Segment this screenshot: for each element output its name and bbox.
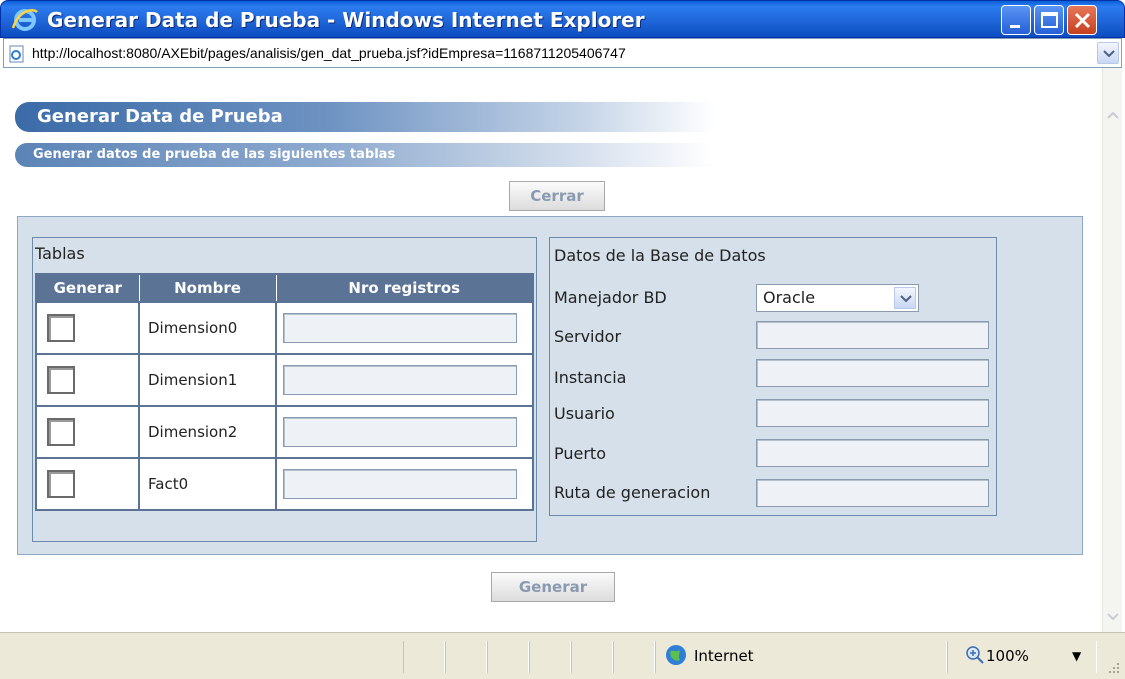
table-name-cell: Dimension1 bbox=[138, 353, 277, 407]
table-row: Fact0 bbox=[35, 457, 534, 511]
manejador-select[interactable]: Oracle bbox=[756, 284, 919, 312]
generar-checkbox[interactable] bbox=[47, 366, 75, 394]
address-dropdown-button[interactable] bbox=[1097, 42, 1119, 64]
puerto-input[interactable] bbox=[756, 439, 989, 467]
generar-checkbox[interactable] bbox=[47, 418, 75, 446]
window-title: Generar Data de Prueba - Windows Interne… bbox=[47, 8, 645, 32]
url-text[interactable]: http://localhost:8080/AXEbit/pages/anali… bbox=[32, 45, 626, 61]
globe-icon bbox=[666, 645, 686, 665]
vertical-scrollbar[interactable] bbox=[1102, 68, 1122, 632]
minimize-button[interactable] bbox=[1001, 5, 1031, 35]
status-bar: Internet 100% ▼ bbox=[0, 632, 1125, 679]
zoom-level[interactable]: 100% bbox=[986, 647, 1029, 665]
ruta-generacion-label: Ruta de generacion bbox=[554, 483, 711, 502]
ruta-generacion-input[interactable] bbox=[756, 479, 989, 507]
chevron-down-icon bbox=[1103, 50, 1115, 58]
base-de-datos-fieldset: Datos de la Base de Datos Manejador BD O… bbox=[549, 237, 997, 516]
tablas-legend: Tablas bbox=[35, 244, 85, 263]
page-header: Generar Data de Prueba bbox=[15, 102, 715, 132]
generar-button[interactable]: Generar bbox=[491, 572, 615, 602]
table-name-cell: Fact0 bbox=[138, 457, 277, 511]
column-header-generar: Generar bbox=[35, 273, 140, 303]
resize-grip-icon[interactable] bbox=[1107, 661, 1121, 675]
maximize-button[interactable] bbox=[1034, 5, 1064, 35]
table-name-cell: Dimension2 bbox=[138, 405, 277, 459]
cerrar-button[interactable]: Cerrar bbox=[509, 181, 605, 211]
status-segment bbox=[529, 641, 571, 673]
usuario-label: Usuario bbox=[554, 404, 615, 423]
nro-registros-input[interactable] bbox=[283, 417, 517, 447]
table-row: Dimension2 bbox=[35, 405, 534, 459]
zoom-dropdown-icon[interactable]: ▼ bbox=[1072, 649, 1081, 663]
status-segment bbox=[445, 641, 487, 673]
minimize-icon bbox=[1010, 25, 1020, 28]
internet-explorer-icon bbox=[11, 9, 38, 31]
scroll-up-icon[interactable] bbox=[1104, 106, 1122, 124]
instancia-input[interactable] bbox=[756, 359, 989, 387]
usuario-input[interactable] bbox=[756, 399, 989, 427]
column-header-nombre: Nombre bbox=[138, 273, 277, 303]
maximize-icon bbox=[1041, 12, 1058, 28]
status-segment bbox=[613, 641, 655, 673]
manejador-value: Oracle bbox=[763, 288, 816, 307]
nro-registros-input[interactable] bbox=[283, 469, 517, 499]
select-dropdown-button[interactable] bbox=[894, 287, 916, 309]
address-bar[interactable]: http://localhost:8080/AXEbit/pages/anali… bbox=[3, 38, 1122, 68]
status-segment bbox=[403, 641, 445, 673]
status-segment bbox=[487, 641, 529, 673]
nro-registros-input[interactable] bbox=[283, 313, 517, 343]
table-row: Dimension1 bbox=[35, 353, 534, 407]
form-panel: Tablas Generar Nombre Nro registros Dime… bbox=[17, 216, 1083, 555]
table-row: Dimension0 bbox=[35, 301, 534, 355]
generar-checkbox[interactable] bbox=[47, 314, 75, 342]
puerto-label: Puerto bbox=[554, 444, 606, 463]
window-titlebar[interactable]: Generar Data de Prueba - Windows Interne… bbox=[0, 0, 1125, 38]
table-name-cell: Dimension0 bbox=[138, 301, 277, 355]
close-icon bbox=[1074, 12, 1091, 29]
page-subheader: Generar datos de prueba de las siguiente… bbox=[15, 143, 715, 167]
nro-registros-input[interactable] bbox=[283, 365, 517, 395]
tablas-fieldset: Tablas Generar Nombre Nro registros Dime… bbox=[32, 237, 537, 542]
page-icon bbox=[9, 45, 24, 63]
page-subtitle: Generar datos de prueba de las siguiente… bbox=[33, 147, 396, 162]
close-window-button[interactable] bbox=[1067, 5, 1097, 35]
servidor-label: Servidor bbox=[554, 327, 622, 346]
status-segment bbox=[571, 641, 613, 673]
security-zone-label: Internet bbox=[694, 647, 754, 665]
tablas-grid: Generar Nombre Nro registros Dimension0 … bbox=[35, 273, 534, 511]
servidor-input[interactable] bbox=[756, 321, 989, 349]
generar-checkbox[interactable] bbox=[47, 470, 75, 498]
column-header-nro-registros: Nro registros bbox=[275, 273, 534, 303]
zoom-icon[interactable] bbox=[965, 645, 985, 665]
page-content: Generar Data de Prueba Generar datos de … bbox=[3, 68, 1122, 632]
page-title: Generar Data de Prueba bbox=[37, 106, 283, 127]
base-de-datos-legend: Datos de la Base de Datos bbox=[554, 246, 766, 265]
manejador-label: Manejador BD bbox=[554, 288, 667, 307]
chevron-down-icon bbox=[900, 295, 912, 303]
scroll-down-icon[interactable] bbox=[1104, 608, 1122, 626]
instancia-label: Instancia bbox=[554, 368, 627, 387]
